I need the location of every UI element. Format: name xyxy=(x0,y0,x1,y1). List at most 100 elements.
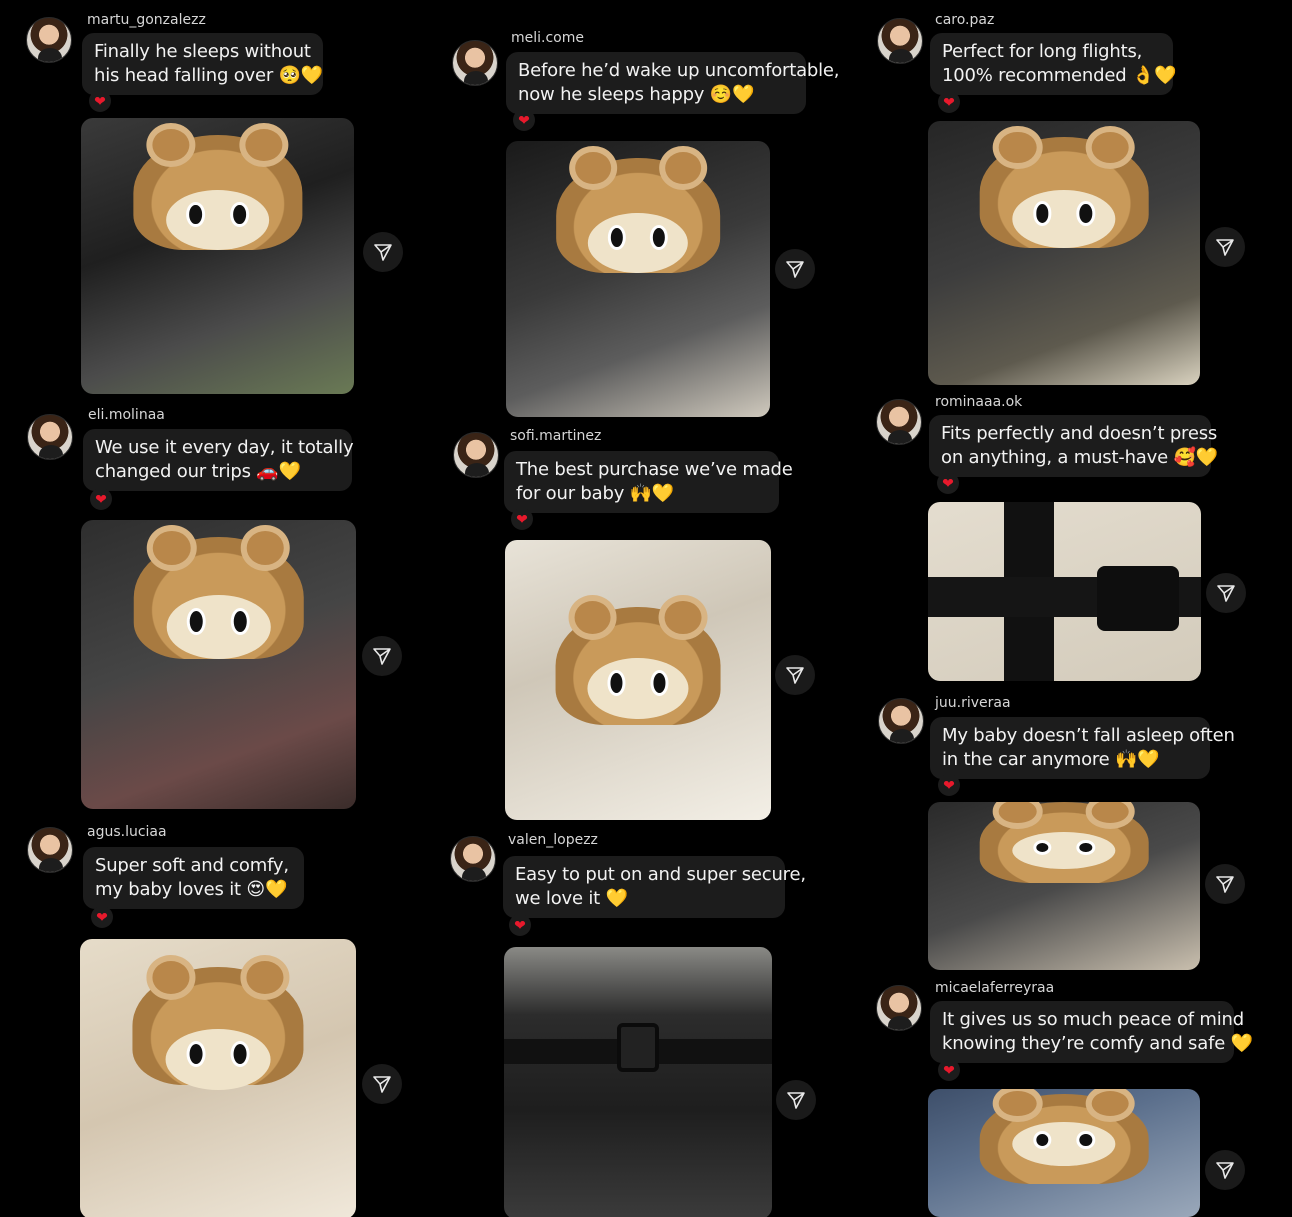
send-icon xyxy=(1217,585,1235,602)
comment-line: changed our trips 🚗💛 xyxy=(95,461,301,482)
comment-line: knowing they’re comfy and safe 💛 xyxy=(942,1033,1253,1054)
comment-line: Before he’d wake up uncomfortable, xyxy=(518,60,840,81)
comment-line: The best purchase we’ve made xyxy=(516,459,793,480)
comment-line: We use it every day, it totally xyxy=(95,437,354,458)
headband-face xyxy=(587,212,689,274)
avatar[interactable] xyxy=(876,399,922,445)
comment-line: in the car anymore 🙌💛 xyxy=(942,749,1160,770)
comment-bubble: The best purchase we’ve made for our bab… xyxy=(504,451,793,513)
headband-face xyxy=(587,657,689,720)
username[interactable]: micaelaferreyraa xyxy=(935,980,1054,996)
send-icon xyxy=(373,1076,391,1093)
comment-bubble: Perfect for long flights, 100% recommend… xyxy=(930,33,1177,95)
seat-buckle xyxy=(616,1023,660,1073)
username[interactable]: martu_gonzalezz xyxy=(87,12,206,28)
heart-icon[interactable]: ❤ xyxy=(938,1059,960,1081)
username[interactable]: agus.luciaa xyxy=(87,824,167,840)
post-photo[interactable] xyxy=(81,520,356,809)
share-button[interactable] xyxy=(775,655,815,695)
username[interactable]: juu.riveraa xyxy=(935,695,1011,711)
avatar[interactable] xyxy=(450,836,496,882)
headband-face xyxy=(1012,189,1116,248)
post-photo[interactable] xyxy=(928,1089,1200,1217)
heart-icon[interactable]: ❤ xyxy=(90,488,112,510)
username[interactable]: caro.paz xyxy=(935,12,994,28)
headband-face xyxy=(165,1028,271,1091)
comment-line: 100% recommended 👌💛 xyxy=(942,65,1177,86)
share-button[interactable] xyxy=(776,1080,816,1120)
headband-face xyxy=(1012,832,1116,870)
share-button[interactable] xyxy=(362,636,402,676)
avatar[interactable] xyxy=(453,432,499,478)
avatar[interactable] xyxy=(452,40,498,86)
comment-line: Super soft and comfy, xyxy=(95,855,289,876)
avatar[interactable] xyxy=(878,698,924,744)
comment-line: his head falling over 🥺💛 xyxy=(94,65,323,86)
username[interactable]: valen_lopezz xyxy=(508,832,598,848)
comment-line: Perfect for long flights, xyxy=(942,41,1143,62)
comment-line: now he sleeps happy ☺️💛 xyxy=(518,84,755,105)
share-button[interactable] xyxy=(775,249,815,289)
heart-icon[interactable]: ❤ xyxy=(938,774,960,796)
comment-line: Finally he sleeps without xyxy=(94,41,311,62)
avatar[interactable] xyxy=(27,827,73,873)
send-icon xyxy=(786,261,804,278)
heart-icon[interactable]: ❤ xyxy=(513,109,535,131)
post-photo[interactable] xyxy=(506,141,770,417)
heart-icon[interactable]: ❤ xyxy=(511,508,533,530)
comment-bubble: We use it every day, it totally changed … xyxy=(83,429,354,491)
comment-line: for our baby 🙌💛 xyxy=(516,483,675,504)
comment-line: my baby loves it 😍💛 xyxy=(95,879,288,900)
buckle xyxy=(1097,566,1180,631)
comment-bubble: It gives us so much peace of mind knowin… xyxy=(930,1001,1253,1063)
post-photo[interactable] xyxy=(504,947,772,1217)
comment-bubble: Fits perfectly and doesn’t press on anyt… xyxy=(929,415,1218,477)
share-button[interactable] xyxy=(1205,1150,1245,1190)
comment-bubble: Easy to put on and super secure, we love… xyxy=(503,856,806,918)
comment-bubble: My baby doesn’t fall asleep often in the… xyxy=(930,717,1235,779)
post-photo[interactable] xyxy=(928,121,1200,385)
post-photo[interactable] xyxy=(80,939,356,1217)
comment-line: My baby doesn’t fall asleep often xyxy=(942,725,1235,746)
comment-line: It gives us so much peace of mind xyxy=(942,1009,1244,1030)
heart-icon[interactable]: ❤ xyxy=(91,906,113,928)
post-photo[interactable] xyxy=(505,540,771,820)
headband-face xyxy=(165,189,270,251)
share-button[interactable] xyxy=(1205,227,1245,267)
send-icon xyxy=(1216,239,1234,256)
comment-bubble: Before he’d wake up uncomfortable, now h… xyxy=(506,52,840,114)
post-photo[interactable] xyxy=(81,118,354,394)
comment-line: Easy to put on and super secure, xyxy=(515,864,806,885)
post-photo[interactable] xyxy=(928,502,1201,681)
username[interactable]: sofi.martinez xyxy=(510,428,601,444)
heart-icon[interactable]: ❤ xyxy=(937,472,959,494)
send-icon xyxy=(1216,876,1234,893)
share-button[interactable] xyxy=(1206,573,1246,613)
username[interactable]: rominaaa.ok xyxy=(935,394,1022,410)
comment-bubble: Finally he sleeps without his head falli… xyxy=(82,33,323,95)
avatar[interactable] xyxy=(27,414,73,460)
send-icon xyxy=(786,667,804,684)
share-button[interactable] xyxy=(362,1064,402,1104)
heart-icon[interactable]: ❤ xyxy=(89,90,111,112)
heart-icon[interactable]: ❤ xyxy=(938,91,960,113)
username[interactable]: meli.come xyxy=(511,30,584,46)
comment-line: Fits perfectly and doesn’t press xyxy=(941,423,1218,444)
send-icon xyxy=(373,648,391,665)
username[interactable]: eli.molinaa xyxy=(88,407,165,423)
send-icon xyxy=(374,244,392,261)
share-button[interactable] xyxy=(363,232,403,272)
avatar[interactable] xyxy=(26,17,72,63)
post-photo[interactable] xyxy=(928,802,1200,970)
avatar[interactable] xyxy=(877,18,923,64)
comment-line: on anything, a must-have 🥰💛 xyxy=(941,447,1218,468)
comment-bubble: Super soft and comfy, my baby loves it 😍… xyxy=(83,847,304,909)
headband-face xyxy=(166,595,271,659)
send-icon xyxy=(1216,1162,1234,1179)
comment-line: we love it 💛 xyxy=(515,888,628,909)
heart-icon[interactable]: ❤ xyxy=(509,914,531,936)
share-button[interactable] xyxy=(1205,864,1245,904)
headband-face xyxy=(1012,1122,1116,1166)
avatar[interactable] xyxy=(876,985,922,1031)
send-icon xyxy=(787,1092,805,1109)
